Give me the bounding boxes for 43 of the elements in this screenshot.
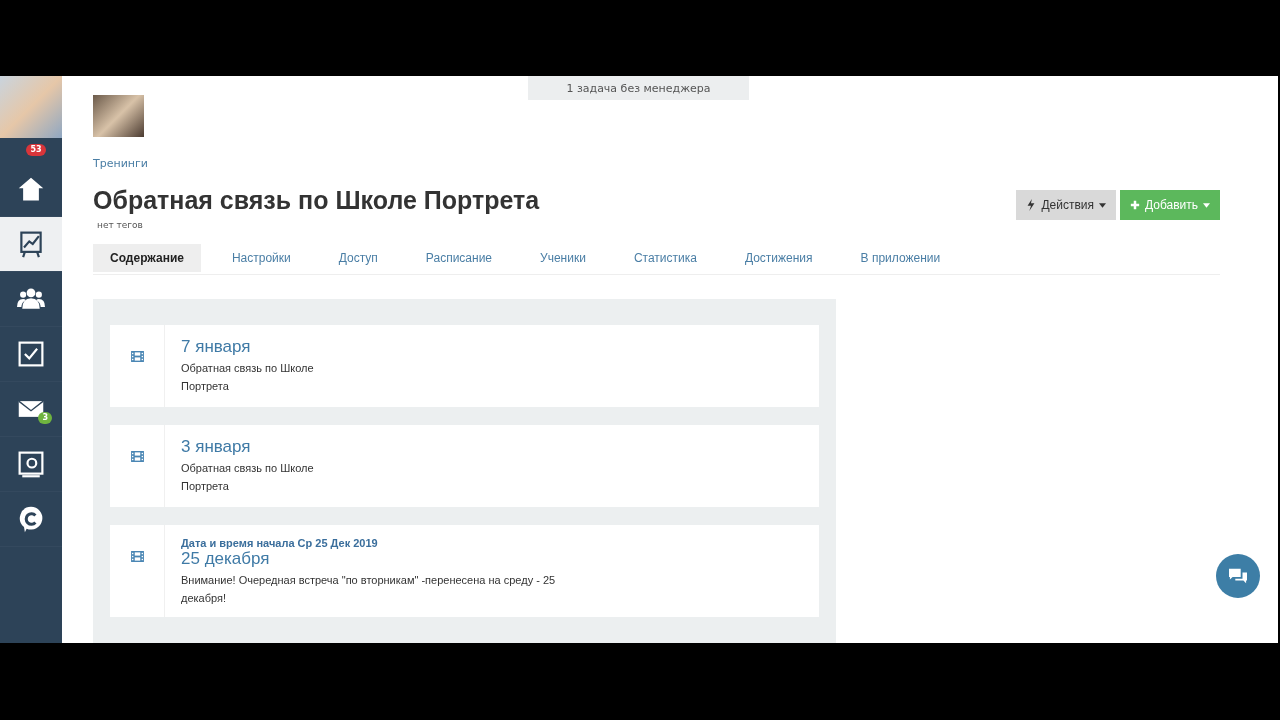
checkbox-icon (17, 340, 45, 368)
page-title: Обратная связь по Школе Портрета (93, 186, 540, 215)
safe-icon (17, 450, 45, 478)
dropdown-button[interactable]: Добавить (1119, 190, 1220, 220)
sidebar-item[interactable] (0, 217, 62, 272)
dropdown-button[interactable]: Действия (1016, 190, 1116, 220)
count-badge: 3 (38, 412, 52, 424)
tab[interactable]: Доступ (321, 244, 395, 272)
tab[interactable]: Статистика (616, 244, 714, 272)
chat-bubble-icon (17, 505, 45, 533)
tab[interactable]: В приложении (843, 244, 958, 272)
sidebar-item[interactable]: 3 (0, 382, 62, 437)
tab[interactable]: Настройки (214, 244, 308, 272)
lesson-title: 25 декабря (181, 549, 271, 569)
chat-bubbles-icon (1227, 567, 1249, 585)
notification-badge: 53 (26, 144, 46, 156)
lesson-title: 3 января (181, 437, 252, 457)
film-icon (130, 351, 144, 362)
tab[interactable]: Ученики (523, 244, 603, 272)
lesson-card[interactable]: 3 января Обратная связь по Школе Портрета (110, 425, 819, 507)
tab[interactable]: Расписание (408, 244, 510, 272)
tags-text: нет тегов (97, 220, 144, 230)
caret-icon (1098, 202, 1106, 208)
film-icon (130, 551, 144, 562)
plus-icon (1129, 199, 1140, 211)
cover-photo-placeholder (93, 95, 144, 137)
lesson-description: Обратная связь по Школе Портрета (181, 361, 315, 394)
lesson-description: Обратная связь по Школе Портрета (181, 461, 315, 494)
home-icon (17, 175, 45, 203)
chart-easel-icon (17, 230, 45, 258)
chat-button[interactable] (1216, 554, 1260, 598)
caret-icon (1203, 202, 1210, 208)
lesson-card[interactable]: Дата и время начала Ср 25 Дек 2019 25 декабря Внимание! Очередная встреча "по вторникам" -перенесена на среду - 25 декабря! (110, 525, 819, 617)
tab[interactable]: Содержание (93, 244, 201, 272)
lesson-start-date: Дата и время начала Ср 25 Дек 2019 (181, 537, 379, 549)
breadcrumb-link[interactable]: Тренинги (93, 157, 1220, 170)
film-icon (130, 451, 144, 462)
tab[interactable]: Достижения (727, 244, 830, 272)
lesson-title: 7 января (181, 337, 252, 357)
lesson-description: Внимание! Очередная встреча "по вторникам" -перенесена на среду - 25 декабря! (181, 573, 557, 606)
lesson-card[interactable]: 7 января Обратная связь по Школе Портрета (110, 325, 819, 407)
lightning-icon (1026, 199, 1037, 211)
notice-bar: 1 задача без менеджера (528, 76, 749, 100)
